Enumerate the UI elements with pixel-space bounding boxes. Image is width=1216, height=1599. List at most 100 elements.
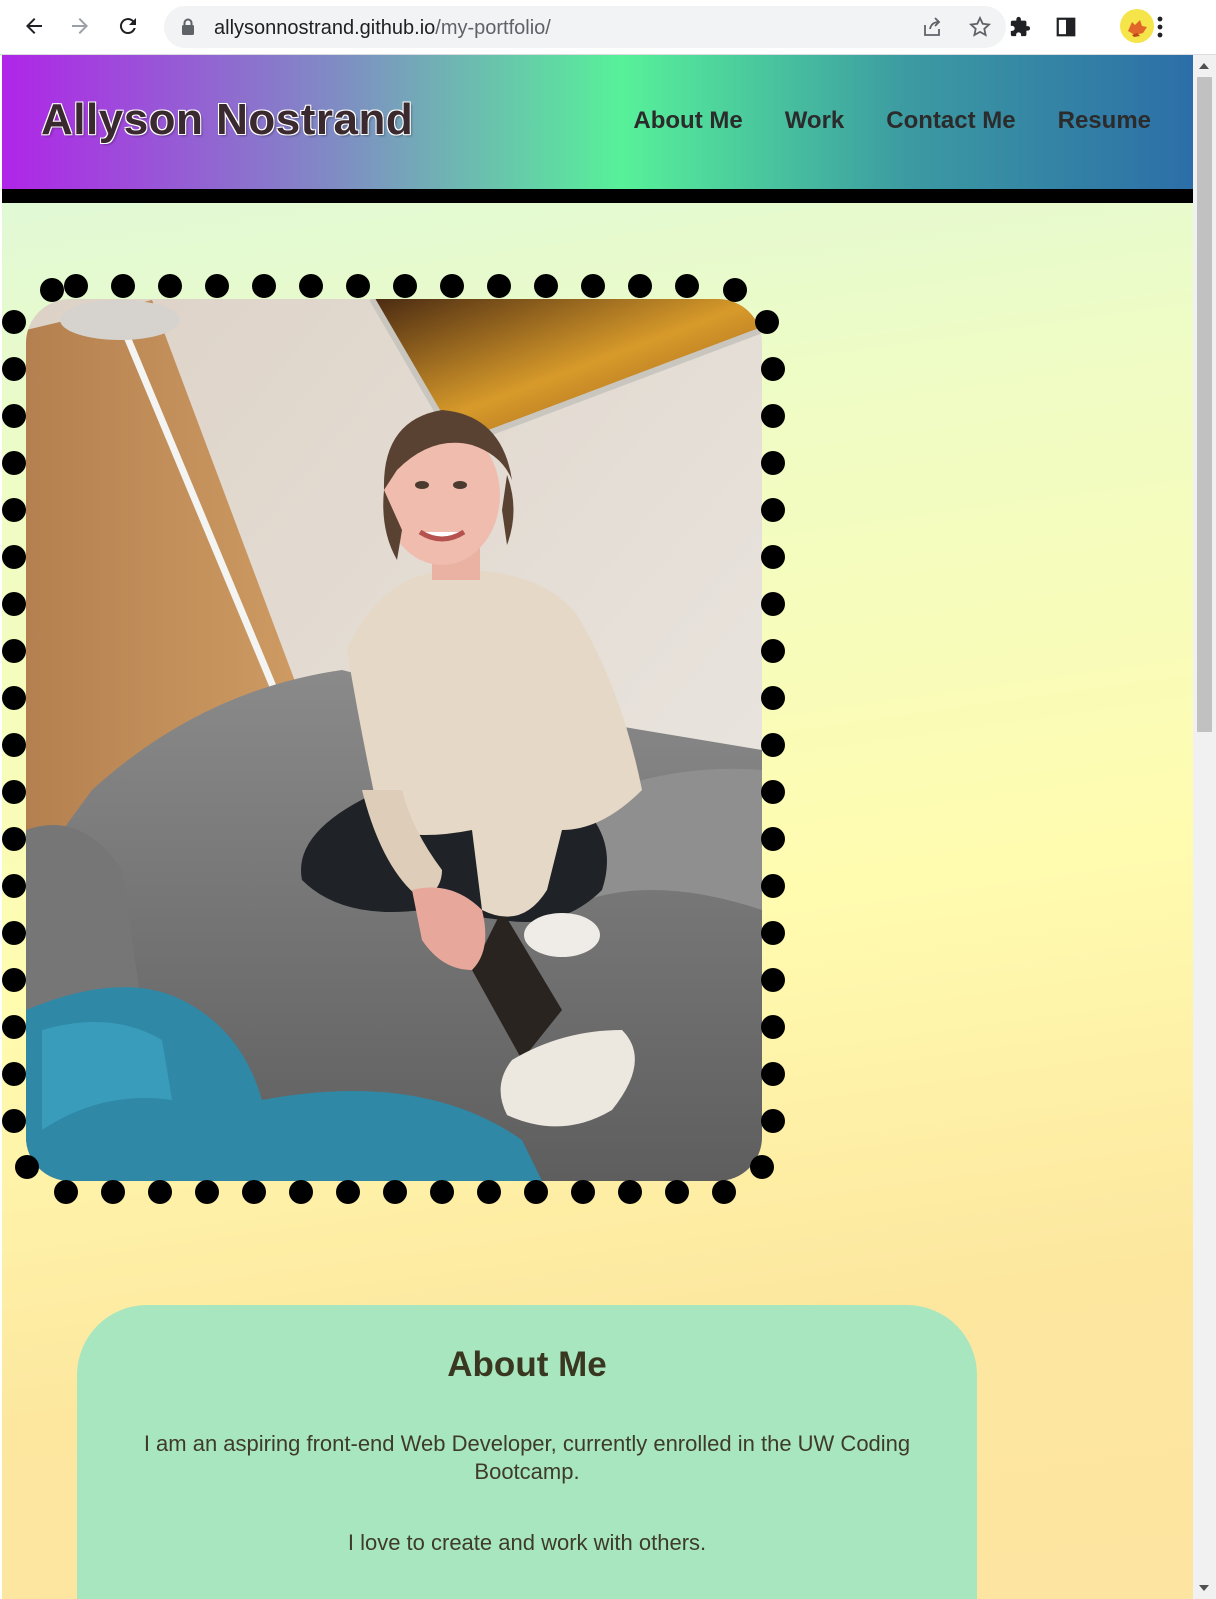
frame-dot bbox=[761, 921, 785, 945]
frame-dot bbox=[761, 639, 785, 663]
frame-dot bbox=[761, 874, 785, 898]
frame-dot bbox=[665, 1180, 689, 1204]
frame-dot bbox=[2, 451, 26, 475]
address-bar[interactable]: allysonnostrand.github.io/my-portfolio/ bbox=[164, 6, 1006, 48]
frame-dot bbox=[761, 498, 785, 522]
frame-dot bbox=[761, 733, 785, 757]
site-title: Allyson Nostrand bbox=[41, 95, 414, 144]
scrollbar[interactable] bbox=[1193, 55, 1216, 1599]
frame-dot bbox=[755, 310, 779, 334]
frame-dot bbox=[40, 278, 64, 302]
frame-dot bbox=[2, 921, 26, 945]
frame-dot bbox=[289, 1180, 313, 1204]
frame-dot bbox=[299, 274, 323, 298]
frame-dot bbox=[487, 274, 511, 298]
frame-dot bbox=[2, 733, 26, 757]
reload-button[interactable] bbox=[110, 8, 146, 44]
browser-toolbar: allysonnostrand.github.io/my-portfolio/ bbox=[0, 0, 1216, 55]
frame-dot bbox=[761, 686, 785, 710]
scroll-up-arrow[interactable] bbox=[1199, 63, 1209, 69]
frame-dot bbox=[383, 1180, 407, 1204]
frame-dot bbox=[2, 1109, 26, 1133]
frame-dot bbox=[2, 968, 26, 992]
frame-dot bbox=[252, 274, 276, 298]
frame-dot bbox=[393, 274, 417, 298]
frame-dot bbox=[2, 404, 26, 428]
frame-dot bbox=[723, 278, 747, 302]
frame-dot bbox=[101, 1180, 125, 1204]
frame-dot bbox=[761, 1109, 785, 1133]
frame-dot bbox=[581, 274, 605, 298]
back-button[interactable] bbox=[16, 8, 52, 44]
frame-dot bbox=[2, 639, 26, 663]
frame-dot bbox=[64, 274, 88, 298]
url-host: allysonnostrand.github.io bbox=[214, 17, 436, 39]
page-viewport: Allyson Nostrand About Me Work Contact M… bbox=[0, 55, 1195, 1599]
scroll-down-arrow[interactable] bbox=[1199, 1585, 1209, 1591]
nav-link-about-me[interactable]: About Me bbox=[633, 107, 742, 135]
star-icon[interactable] bbox=[968, 15, 992, 39]
frame-dot bbox=[761, 1062, 785, 1086]
site-nav: About Me Work Contact Me Resume bbox=[633, 107, 1151, 135]
frame-dot bbox=[242, 1180, 266, 1204]
frame-dot bbox=[628, 274, 652, 298]
lock-icon bbox=[182, 18, 194, 35]
frame-dot bbox=[2, 310, 26, 334]
frame-dot bbox=[750, 1155, 774, 1179]
frame-dot bbox=[195, 1180, 219, 1204]
portrait-photo bbox=[2, 274, 785, 1204]
frame-dot bbox=[158, 274, 182, 298]
frame-dot bbox=[346, 274, 370, 298]
frame-dot bbox=[2, 686, 26, 710]
frame-dot bbox=[761, 1015, 785, 1039]
frame-dot bbox=[761, 780, 785, 804]
frame-dot bbox=[534, 274, 558, 298]
frame-dot bbox=[618, 1180, 642, 1204]
frame-dot bbox=[761, 968, 785, 992]
reload-icon bbox=[119, 18, 136, 35]
frame-dot bbox=[111, 274, 135, 298]
forward-button[interactable] bbox=[62, 8, 98, 44]
extensions-icon bbox=[1010, 16, 1031, 37]
frame-dot bbox=[2, 874, 26, 898]
frame-dot bbox=[524, 1180, 548, 1204]
about-me-card: About Me I am an aspiring front-end Web … bbox=[77, 1305, 977, 1599]
about-paragraph-2: I love to create and work with others. bbox=[347, 1530, 707, 1555]
frame-dot bbox=[712, 1180, 736, 1204]
frame-dot bbox=[571, 1180, 595, 1204]
share-icon[interactable] bbox=[920, 15, 944, 39]
frame-dot bbox=[761, 545, 785, 569]
frame-dot bbox=[205, 274, 229, 298]
scrollbar-thumb[interactable] bbox=[1197, 77, 1212, 732]
about-me-heading: About Me bbox=[447, 1345, 607, 1384]
site-header: Allyson Nostrand About Me Work Contact M… bbox=[2, 55, 1195, 203]
forward-icon bbox=[72, 18, 88, 34]
nav-link-work[interactable]: Work bbox=[785, 107, 845, 135]
frame-dot bbox=[15, 1155, 39, 1179]
side-panel-button[interactable] bbox=[1048, 9, 1084, 45]
frame-dot bbox=[430, 1180, 454, 1204]
frame-dot bbox=[761, 357, 785, 381]
frame-dot bbox=[761, 592, 785, 616]
frame-dot bbox=[477, 1180, 501, 1204]
frame-dot bbox=[336, 1180, 360, 1204]
frame-dot bbox=[2, 357, 26, 381]
photo-content bbox=[26, 299, 762, 1181]
side-panel-icon bbox=[1056, 17, 1076, 37]
back-icon bbox=[26, 18, 42, 34]
frame-dot bbox=[761, 451, 785, 475]
frame-dot bbox=[440, 274, 464, 298]
frame-dot bbox=[675, 274, 699, 298]
url-path: /my-portfolio/ bbox=[435, 17, 551, 39]
frame-dot bbox=[54, 1180, 78, 1204]
nav-link-contact-me[interactable]: Contact Me bbox=[886, 107, 1015, 135]
frame-dot bbox=[148, 1180, 172, 1204]
frame-dot bbox=[2, 545, 26, 569]
url-text[interactable]: allysonnostrand.github.io/my-portfolio/ bbox=[214, 17, 551, 40]
about-paragraph-1: I am an aspiring front-end Web Developer… bbox=[143, 1431, 911, 1484]
extensions-button[interactable] bbox=[1002, 9, 1038, 45]
frame-dot bbox=[2, 1062, 26, 1086]
menu-button[interactable] bbox=[1142, 9, 1178, 45]
nav-link-resume[interactable]: Resume bbox=[1058, 107, 1151, 135]
frame-dot bbox=[2, 592, 26, 616]
